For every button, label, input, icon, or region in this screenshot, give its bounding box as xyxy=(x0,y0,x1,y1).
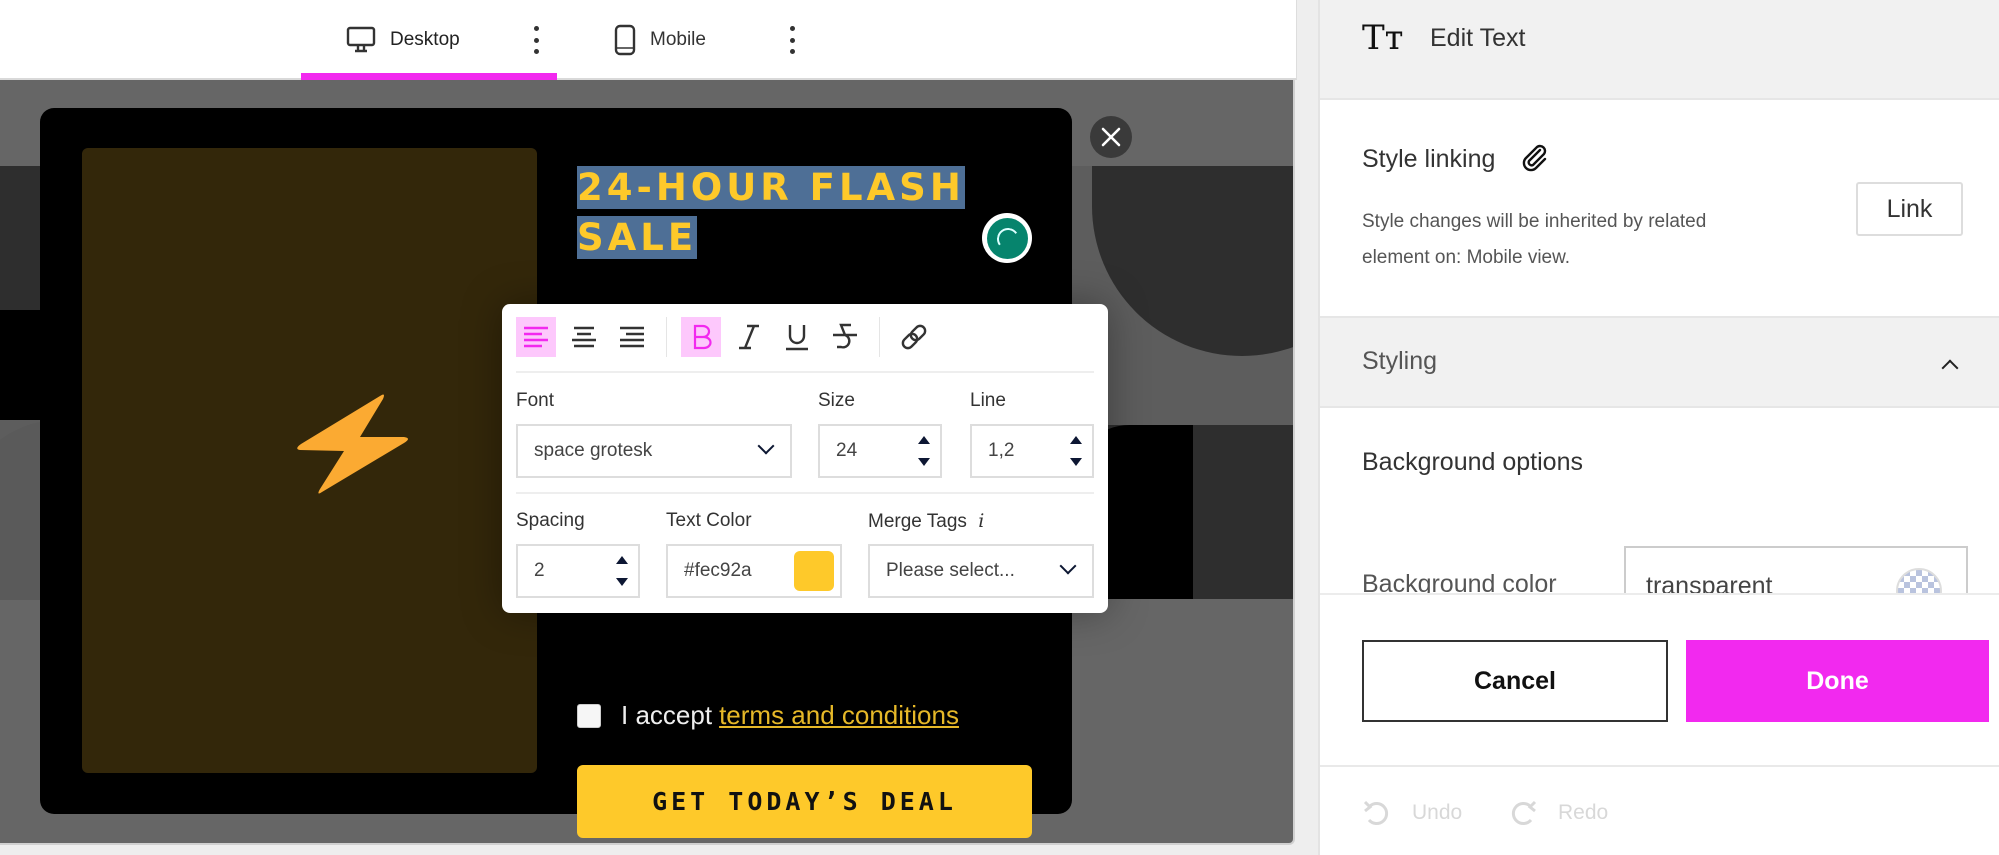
panel-title: Edit Text xyxy=(1430,24,1526,52)
merge-tags-label: Merge Tags i xyxy=(868,510,984,533)
edit-text-panel: Tт Edit Text Style linking Style changes… xyxy=(1318,0,1999,855)
format-buttons-row xyxy=(516,316,942,358)
toolbar-divider xyxy=(516,492,1094,494)
insert-link-button[interactable] xyxy=(894,317,934,357)
underline-icon xyxy=(786,325,808,351)
align-right-button[interactable] xyxy=(612,317,652,357)
merge-tags-select[interactable]: Please select... xyxy=(868,544,1094,598)
align-center-icon xyxy=(572,326,596,348)
font-select[interactable]: space grotesk xyxy=(516,424,792,478)
italic-icon xyxy=(739,324,759,350)
line-label: Line xyxy=(970,390,1006,411)
text-color-input[interactable]: #fec92a xyxy=(666,544,842,598)
consent-checkbox[interactable] xyxy=(577,703,601,728)
footer-divider xyxy=(1320,765,1999,767)
strikethrough-button[interactable] xyxy=(825,317,865,357)
align-left-button[interactable] xyxy=(516,317,556,357)
link-icon xyxy=(901,324,927,350)
consent-row: I accept terms and conditions xyxy=(577,700,959,731)
redo-button[interactable]: Redo xyxy=(1508,798,1608,828)
editor-canvas-area: Desktop Mobile 24-HOUR FLASH SALE I acce… xyxy=(0,0,1297,855)
style-linking-title: Style linking xyxy=(1362,145,1496,173)
background-options-title: Background options xyxy=(1362,448,1583,476)
underline-button[interactable] xyxy=(777,317,817,357)
style-linking-description: Style changes will be inherited by relat… xyxy=(1362,211,1707,268)
done-button[interactable]: Done xyxy=(1686,640,1989,722)
styling-accordion-header[interactable]: Styling xyxy=(1320,316,1999,408)
image-panel[interactable] xyxy=(82,148,537,773)
spacing-stepper[interactable]: 2 xyxy=(516,544,640,598)
toolbar-divider xyxy=(666,317,667,357)
bold-icon xyxy=(693,324,712,350)
size-value: 24 xyxy=(836,440,858,461)
spacing-label: Spacing xyxy=(516,510,585,531)
style-linking-section: Style linking Style changes will be inhe… xyxy=(1320,100,1999,316)
consent-text: I accept xyxy=(621,700,713,730)
tab-mobile[interactable]: Mobile xyxy=(614,0,706,80)
stepper-arrows-icon[interactable] xyxy=(616,556,628,586)
color-swatch[interactable] xyxy=(794,551,834,591)
chevron-down-icon xyxy=(1059,557,1077,575)
stepper-arrows-icon[interactable] xyxy=(918,436,930,466)
strikethrough-icon xyxy=(833,323,857,349)
lightning-bolt-icon xyxy=(297,394,408,494)
headline-text-selected[interactable]: 24-HOUR FLASH SALE xyxy=(577,163,977,263)
redo-label: Redo xyxy=(1558,801,1609,824)
align-center-button[interactable] xyxy=(564,317,604,357)
italic-button[interactable] xyxy=(729,317,769,357)
active-tab-indicator xyxy=(301,73,557,80)
stepper-arrows-icon[interactable] xyxy=(1070,436,1082,466)
panel-footer: Cancel Done Undo Redo xyxy=(1320,593,1999,855)
toolbar-divider xyxy=(516,371,1094,373)
terms-link[interactable]: terms and conditions xyxy=(719,700,959,731)
toolbar-divider xyxy=(879,317,880,357)
link-button[interactable]: Link xyxy=(1856,182,1963,236)
info-icon[interactable]: i xyxy=(978,510,984,532)
styling-label: Styling xyxy=(1362,347,1438,375)
desktop-monitor-icon xyxy=(346,26,376,53)
mobile-options-kebab-icon[interactable] xyxy=(786,26,798,54)
line-height-stepper[interactable]: 1,2 xyxy=(970,424,1094,478)
text-format-toolbar: Font space grotesk Size 24 Line 1,2 Spac… xyxy=(502,304,1108,613)
spacing-value: 2 xyxy=(534,560,545,581)
headline-line: 24-HOUR FLASH xyxy=(577,166,965,209)
text-type-icon: Tт xyxy=(1362,18,1404,58)
panel-header: Tт Edit Text xyxy=(1320,0,1999,100)
headline-line: SALE xyxy=(577,216,698,259)
undo-icon xyxy=(1363,800,1389,825)
grammar-assistant-icon[interactable] xyxy=(982,213,1032,263)
merge-tags-placeholder: Please select... xyxy=(886,560,1015,581)
close-x-icon[interactable] xyxy=(1090,116,1132,158)
font-value: space grotesk xyxy=(534,440,653,461)
mobile-phone-icon xyxy=(614,24,636,56)
chevron-up-icon xyxy=(1941,359,1959,377)
redo-icon xyxy=(1511,800,1537,825)
text-color-label: Text Color xyxy=(666,510,752,531)
undo-label: Undo xyxy=(1412,801,1463,824)
merge-tags-label-text: Merge Tags xyxy=(868,511,967,532)
chevron-down-icon xyxy=(757,437,775,455)
tab-desktop[interactable]: Desktop xyxy=(346,0,460,80)
size-stepper[interactable]: 24 xyxy=(818,424,942,478)
get-deal-button[interactable]: GET TODAY’S DEAL xyxy=(577,765,1032,838)
text-color-value: #fec92a xyxy=(684,560,752,581)
undo-button[interactable]: Undo xyxy=(1362,798,1462,828)
align-right-icon xyxy=(620,326,644,348)
paperclip-icon xyxy=(1522,144,1547,172)
desktop-options-kebab-icon[interactable] xyxy=(530,26,542,54)
tab-desktop-label: Desktop xyxy=(390,29,460,50)
cancel-button[interactable]: Cancel xyxy=(1362,640,1668,722)
size-label: Size xyxy=(818,390,855,411)
line-value: 1,2 xyxy=(988,440,1015,461)
bold-button[interactable] xyxy=(681,317,721,357)
font-label: Font xyxy=(516,390,555,411)
tab-mobile-label: Mobile xyxy=(650,29,706,50)
align-left-icon xyxy=(524,326,548,348)
device-tab-bar: Desktop Mobile xyxy=(0,0,1297,80)
